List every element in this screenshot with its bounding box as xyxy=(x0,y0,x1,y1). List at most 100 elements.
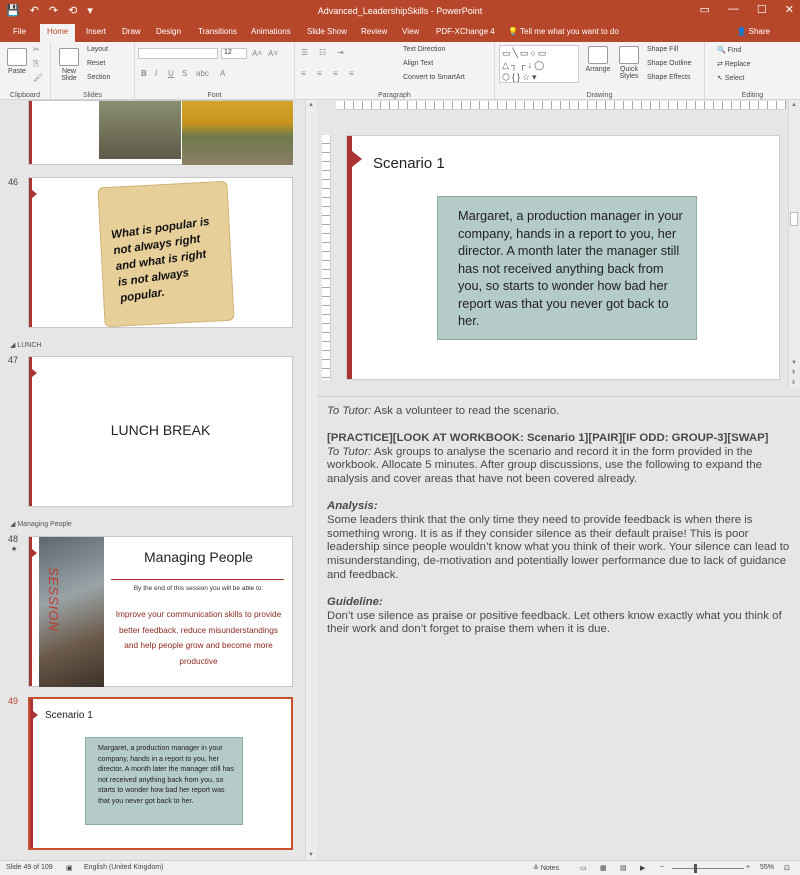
tab-view[interactable]: View xyxy=(402,27,419,36)
session-objective: Improve your communication skills to pro… xyxy=(115,609,282,666)
language-indicator[interactable]: English (United Kingdom) xyxy=(84,864,163,871)
scroll-thumb[interactable] xyxy=(790,212,798,226)
copy-icon[interactable]: ⎘ xyxy=(33,59,39,69)
tab-design[interactable]: Design xyxy=(156,27,181,36)
increase-font-icon[interactable]: A˄ xyxy=(252,49,262,58)
justify-icon[interactable]: ≡ xyxy=(349,69,354,78)
new-slide-button[interactable]: New Slide xyxy=(55,48,83,82)
section-button[interactable]: Section xyxy=(87,74,110,81)
tab-pdf-xchange[interactable]: PDF-XChange 4 xyxy=(436,27,495,36)
share-button[interactable]: 👤 Share xyxy=(736,27,770,36)
slide-thumbnail-49-selected[interactable]: Scenario 1 Margaret, a production manage… xyxy=(28,697,293,850)
zoom-level[interactable]: 55% xyxy=(760,864,774,871)
tab-insert[interactable]: Insert xyxy=(86,27,106,36)
text-direction-button[interactable]: Text Direction xyxy=(403,46,445,53)
select-button[interactable]: ↖ Select xyxy=(717,74,744,82)
tab-review[interactable]: Review xyxy=(361,27,387,36)
speaker-notes-pane[interactable]: To Tutor: Ask a volunteer to read the sc… xyxy=(317,396,800,860)
find-label: Find xyxy=(727,47,742,54)
reading-view-icon[interactable]: ▤ xyxy=(620,864,627,872)
tab-home[interactable]: Home xyxy=(40,24,76,42)
slide-thumbnail-45[interactable] xyxy=(28,100,293,165)
scroll-up-icon[interactable]: ▲ xyxy=(308,102,314,108)
shape-outline-button[interactable]: Shape Outline xyxy=(647,60,691,67)
strikethrough-icon[interactable]: abc xyxy=(196,69,209,78)
section-lunch[interactable]: ◢ LUNCH xyxy=(10,341,41,349)
tab-animations[interactable]: Animations xyxy=(251,27,291,36)
section-managing-people[interactable]: ◢ Managing People xyxy=(10,520,72,528)
slide-thumbnail-46[interactable]: What is popular is not always right and … xyxy=(28,177,293,328)
indent-icon[interactable]: ⇥ xyxy=(337,48,344,57)
vertical-ruler[interactable] xyxy=(322,135,331,380)
shapes-gallery[interactable]: ▭╲▭○▭ △┐┌↓◯ ⬡{}☆▾ xyxy=(499,45,579,83)
font-color-icon[interactable]: A xyxy=(220,69,225,78)
shape-fill-button[interactable]: Shape Fill xyxy=(647,46,678,53)
align-right-icon[interactable]: ≡ xyxy=(333,69,338,78)
window-controls: ▭ — ☐ ✕ xyxy=(700,3,795,16)
quick-styles-button[interactable]: Quick Styles xyxy=(615,46,643,80)
scroll-up-icon[interactable]: ▲ xyxy=(791,102,797,108)
format-painter-icon[interactable]: 🖌 xyxy=(33,73,43,82)
font-size-field[interactable]: 12 xyxy=(221,48,247,59)
select-icon: ↖ xyxy=(717,75,723,82)
align-left-icon[interactable]: ≡ xyxy=(301,69,306,78)
notes-toggle[interactable]: ≙ Notes xyxy=(533,864,559,872)
zoom-slider[interactable] xyxy=(672,868,744,869)
section-lunch-label: LUNCH xyxy=(17,342,42,349)
font-name-field[interactable] xyxy=(138,48,218,59)
fit-slide-icon[interactable]: ⊡ xyxy=(784,864,790,872)
arrange-button[interactable]: Arrange xyxy=(583,46,613,73)
scroll-down-icon[interactable]: ▼ xyxy=(791,360,797,366)
tab-draw[interactable]: Draw xyxy=(122,27,141,36)
tell-me-search[interactable]: 💡 Tell me what you want to do xyxy=(508,27,619,36)
layout-button[interactable]: Layout xyxy=(87,46,108,53)
reset-button[interactable]: Reset xyxy=(87,60,105,67)
bold-icon[interactable]: B xyxy=(141,69,147,78)
next-slide-icon[interactable]: ⇟ xyxy=(791,379,796,386)
italic-icon[interactable]: I xyxy=(155,69,157,78)
paste-button[interactable]: Paste xyxy=(5,48,29,75)
spellcheck-icon[interactable]: ▣ xyxy=(66,864,73,872)
editor-scrollbar[interactable]: ▲ ▼ ⇞ ⇟ xyxy=(788,100,800,388)
shadow-icon[interactable]: S xyxy=(182,69,187,78)
decrease-font-icon[interactable]: A˅ xyxy=(268,49,278,58)
scenario-title[interactable]: Scenario 1 xyxy=(373,155,445,172)
tab-file[interactable]: File xyxy=(13,27,26,36)
scenario-callout-box[interactable]: Margaret, a production manager in your c… xyxy=(437,196,697,340)
close-button[interactable]: ✕ xyxy=(785,3,794,16)
zoom-in-icon[interactable]: + xyxy=(746,864,750,871)
thumbnails-scrollbar[interactable]: ▲ ▼ xyxy=(305,100,317,860)
normal-view-icon[interactable]: ▭ xyxy=(580,864,587,872)
slide-thumbnail-47[interactable]: LUNCH BREAK xyxy=(28,356,293,507)
replace-button[interactable]: ⇄ Replace xyxy=(717,60,751,68)
slide-thumbnail-48[interactable]: SESSION Managing People By the end of th… xyxy=(28,536,293,687)
slide-sorter-icon[interactable]: ▦ xyxy=(600,864,607,872)
zoom-out-icon[interactable]: − xyxy=(660,864,664,871)
ribbon-display-icon[interactable]: ▭ xyxy=(700,3,710,16)
convert-smartart-button[interactable]: Convert to SmartArt xyxy=(403,74,465,81)
current-slide-canvas[interactable]: Scenario 1 Margaret, a production manage… xyxy=(346,135,780,380)
zoom-slider-thumb[interactable] xyxy=(694,864,697,873)
align-center-icon[interactable]: ≡ xyxy=(317,69,322,78)
editing-label: Editing xyxy=(741,92,764,99)
slideshow-icon[interactable]: ▶ xyxy=(640,864,645,872)
shape-effects-button[interactable]: Shape Effects xyxy=(647,74,690,81)
maximize-button[interactable]: ☐ xyxy=(757,3,767,16)
guideline-heading: Guideline: xyxy=(327,595,383,608)
horizontal-ruler[interactable] xyxy=(336,101,786,110)
tell-me-label: Tell me what you want to do xyxy=(520,27,619,36)
previous-slide-icon[interactable]: ⇞ xyxy=(791,369,796,376)
numbering-icon[interactable]: ☷ xyxy=(319,48,326,57)
bullets-icon[interactable]: ☰ xyxy=(301,48,308,57)
find-button[interactable]: 🔍 Find xyxy=(717,46,741,54)
slide-accent-bar xyxy=(29,101,32,164)
tab-transitions[interactable]: Transitions xyxy=(198,27,237,36)
scroll-down-icon[interactable]: ▼ xyxy=(308,852,314,858)
minimize-button[interactable]: — xyxy=(728,3,739,16)
cut-icon[interactable]: ✂ xyxy=(33,45,40,54)
underline-icon[interactable]: U xyxy=(168,69,174,78)
section-managing-label: Managing People xyxy=(17,521,72,528)
tab-slide-show[interactable]: Slide Show xyxy=(307,27,347,36)
align-text-button[interactable]: Align Text xyxy=(403,60,433,67)
slide-thumbnails-pane[interactable]: 46 What is popular is not always right a… xyxy=(0,100,317,860)
